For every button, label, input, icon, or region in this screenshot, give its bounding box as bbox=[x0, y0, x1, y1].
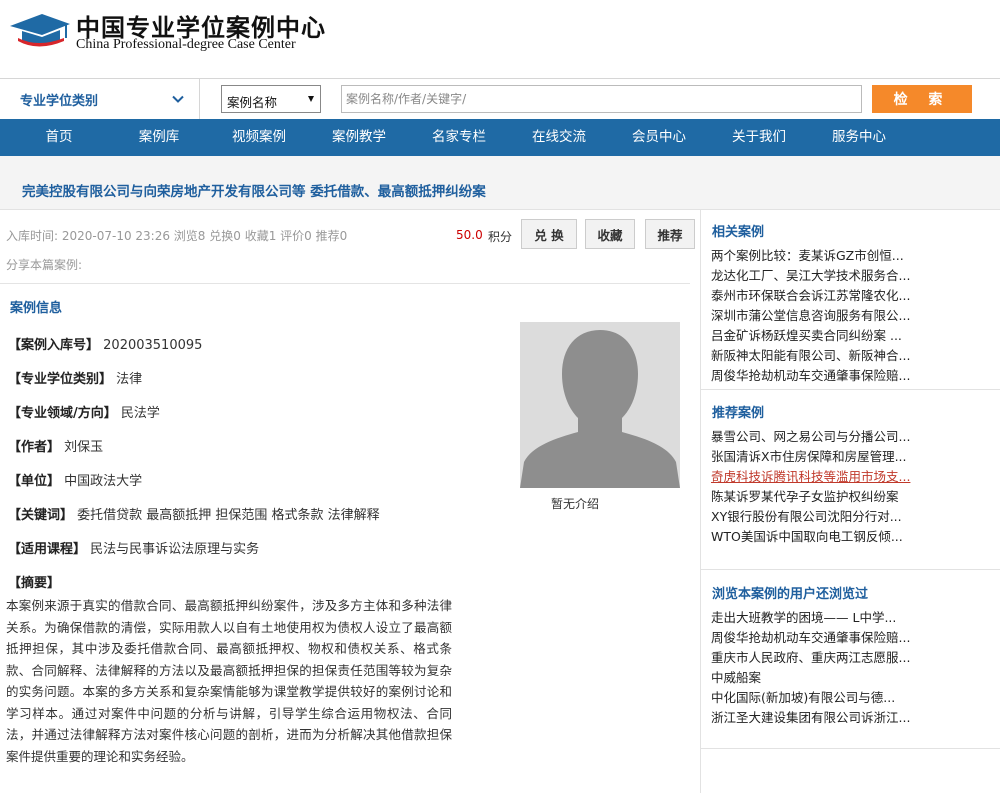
main-nav: 首页 案例库 视频案例 案例教学 名家专栏 在线交流 会员中心 关于我们 服务中… bbox=[0, 119, 1000, 156]
recommend-button[interactable]: 推荐 bbox=[645, 219, 695, 249]
related-case-item[interactable]: 深圳市蒲公堂信息咨询服务有限公... bbox=[711, 305, 910, 324]
nav-item-member-center[interactable]: 会员中心 bbox=[609, 119, 709, 156]
also-viewed-item[interactable]: 中化国际(新加坡)有限公司与德... bbox=[711, 687, 895, 706]
also-viewed-item[interactable]: 重庆市人民政府、重庆两江志愿服... bbox=[711, 647, 910, 666]
field-keywords: 【关键词】 委托借贷款 最高额抵押 担保范围 格式条款 法律解释 bbox=[8, 508, 380, 523]
nav-item-home[interactable]: 首页 bbox=[9, 119, 109, 156]
search-button[interactable]: 检 索 bbox=[872, 85, 972, 113]
related-case-item[interactable]: 吕金矿诉杨跃煌买卖合同纠纷案 ... bbox=[711, 325, 902, 344]
nav-item-expert-column[interactable]: 名家专栏 bbox=[409, 119, 509, 156]
field-degree-category: 【专业学位类别】 法律 bbox=[8, 372, 143, 387]
site-header: 中国专业学位案例中心 China Professional-degree Cas… bbox=[0, 0, 1000, 78]
recommended-case-item[interactable]: 陈某诉罗某代孕子女监护权纠纷案 bbox=[711, 486, 899, 505]
also-viewed-item[interactable]: 走出大班教学的困境—— L中学... bbox=[711, 607, 896, 626]
nav-item-case-teaching[interactable]: 案例教学 bbox=[309, 119, 409, 156]
field-institution: 【单位】 中国政法大学 bbox=[8, 474, 143, 489]
degree-category-dropdown[interactable]: 专业学位类别 bbox=[0, 79, 200, 119]
dropdown-arrow-icon bbox=[308, 96, 314, 102]
field-discipline: 【专业领域/方向】 民法学 bbox=[8, 406, 160, 421]
field-case-number: 【案例入库号】 202003510095 bbox=[8, 338, 203, 353]
related-cases-title: 相关案例 bbox=[712, 225, 765, 240]
nav-item-online-exchange[interactable]: 在线交流 bbox=[509, 119, 609, 156]
related-case-item[interactable]: 周俊华抢劫机动车交通肇事保险赔... bbox=[711, 365, 910, 384]
sidebar-separator bbox=[701, 748, 1000, 749]
no-intro-text: 暂无介绍 bbox=[551, 497, 600, 511]
author-avatar bbox=[520, 322, 680, 488]
case-title: 完美控股有限公司与向荣房地产开发有限公司等 委托借款、最高额抵押纠纷案 bbox=[22, 184, 486, 200]
search-bar: 专业学位类别 案例名称 检 索 bbox=[0, 78, 1000, 119]
nav-item-video-cases[interactable]: 视频案例 bbox=[209, 119, 309, 156]
points-unit: 积分 bbox=[488, 230, 513, 244]
person-silhouette-icon bbox=[520, 322, 680, 488]
recommended-case-item[interactable]: WTO美国诉中国取向电工钢反倾... bbox=[711, 526, 903, 545]
summary-label: 【摘要】 bbox=[8, 576, 61, 591]
sidebar-separator bbox=[701, 389, 1000, 390]
favorite-button[interactable]: 收藏 bbox=[585, 219, 635, 249]
search-type-select[interactable]: 案例名称 bbox=[221, 85, 321, 113]
recommended-case-item[interactable]: 暴雪公司、网之易公司与分播公司... bbox=[711, 426, 910, 445]
field-course: 【适用课程】 民法与民事诉讼法原理与实务 bbox=[8, 542, 260, 557]
also-viewed-item[interactable]: 周俊华抢劫机动车交通肇事保险赔... bbox=[711, 627, 910, 646]
recommended-case-item[interactable]: XY银行股份有限公司沈阳分行对... bbox=[711, 506, 902, 525]
search-input[interactable] bbox=[341, 85, 862, 113]
degree-category-label: 专业学位类别 bbox=[20, 94, 99, 109]
summary-text: 本案例来源于真实的借款合同、最高额抵押纠纷案件，涉及多方主体和多种法律关系。为确… bbox=[6, 598, 452, 764]
case-meta: 入库时间: 2020-07-10 23:26 浏览8 兑换0 收藏1 评价0 推… bbox=[6, 229, 348, 243]
graduation-cap-icon[interactable] bbox=[8, 8, 72, 52]
exchange-button[interactable]: 兑 换 bbox=[521, 219, 577, 249]
recommended-cases-title: 推荐案例 bbox=[712, 406, 765, 421]
nav-item-case-library[interactable]: 案例库 bbox=[109, 119, 209, 156]
sidebar-divider bbox=[700, 210, 701, 793]
chevron-down-icon bbox=[172, 95, 184, 103]
points-value: 50.0 bbox=[456, 228, 483, 242]
sidebar-separator bbox=[701, 569, 1000, 570]
also-viewed-item[interactable]: 浙江圣大建设集团有限公司诉浙江... bbox=[711, 707, 910, 726]
also-viewed-item[interactable]: 中威船案 bbox=[711, 667, 761, 686]
site-subtitle: China Professional-degree Case Center bbox=[76, 37, 296, 52]
share-label: 分享本篇案例: bbox=[6, 258, 83, 272]
also-viewed-title: 浏览本案例的用户还浏览过 bbox=[712, 587, 869, 602]
related-case-item[interactable]: 两个案例比较：麦某诉GZ市创恒... bbox=[711, 245, 904, 264]
case-info-title: 案例信息 bbox=[10, 301, 63, 316]
search-type-value: 案例名称 bbox=[227, 95, 278, 110]
related-case-item[interactable]: 泰州市环保联合会诉江苏常隆农化... bbox=[711, 285, 910, 304]
recommended-case-item-active[interactable]: 奇虎科技诉腾讯科技等滥用市场支... bbox=[711, 466, 910, 485]
nav-item-about-us[interactable]: 关于我们 bbox=[709, 119, 809, 156]
nav-item-service-center[interactable]: 服务中心 bbox=[809, 119, 909, 156]
case-info-header: 案例信息 bbox=[0, 283, 690, 323]
field-author: 【作者】 刘保玉 bbox=[8, 440, 104, 455]
recommended-case-item[interactable]: 张国清诉X市住房保障和房屋管理... bbox=[711, 446, 906, 465]
related-case-item[interactable]: 龙达化工厂、吴江大学技术服务合... bbox=[711, 265, 910, 284]
related-case-item[interactable]: 新阪神太阳能有限公司、新阪神合... bbox=[711, 345, 910, 364]
